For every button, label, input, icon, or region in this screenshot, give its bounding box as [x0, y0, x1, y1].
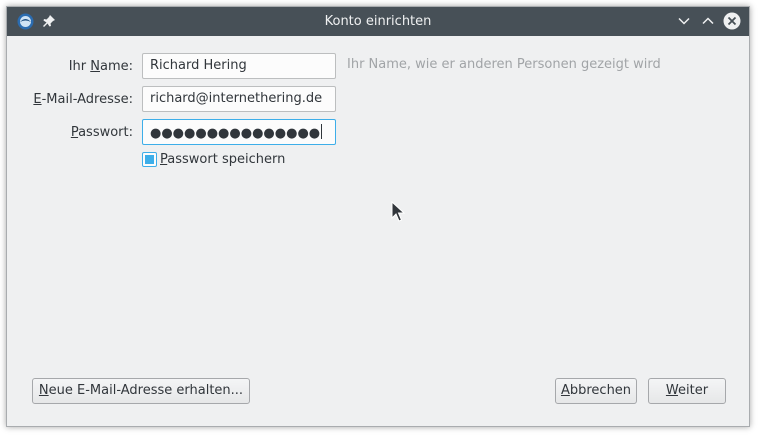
name-input[interactable]: Richard Hering — [142, 53, 336, 79]
account-setup-dialog: Konto einrichten Ihr Name: Richard Herin… — [6, 6, 750, 427]
next-button[interactable]: Weiter — [648, 378, 726, 404]
chevron-up-icon[interactable] — [699, 12, 717, 30]
text-caret — [321, 124, 323, 139]
checkbox-check-mark — [145, 155, 154, 164]
chevron-down-icon[interactable] — [675, 12, 693, 30]
window-title: Konto einrichten — [324, 14, 432, 29]
save-password-label[interactable]: Passwort speichern — [160, 152, 285, 167]
name-hint: Ihr Name, wie er anderen Personen gezeig… — [347, 57, 661, 72]
email-input[interactable]: richard@internethering.de — [142, 86, 336, 112]
cancel-button[interactable]: Abbrechen — [555, 378, 637, 404]
password-input[interactable]: ●●●●●●●●●●●●●●● — [142, 119, 336, 145]
title-bar[interactable]: Konto einrichten — [7, 7, 749, 36]
email-label: E-Mail-Adresse: — [33, 92, 133, 107]
name-label: Ihr Name: — [68, 59, 133, 74]
save-password-checkbox[interactable] — [142, 152, 157, 167]
mouse-cursor-icon — [391, 201, 405, 222]
password-label: Passwort: — [70, 125, 133, 140]
new-email-address-button[interactable]: Neue E-Mail-Adresse erhalten... — [32, 378, 250, 404]
close-icon[interactable] — [723, 12, 741, 30]
